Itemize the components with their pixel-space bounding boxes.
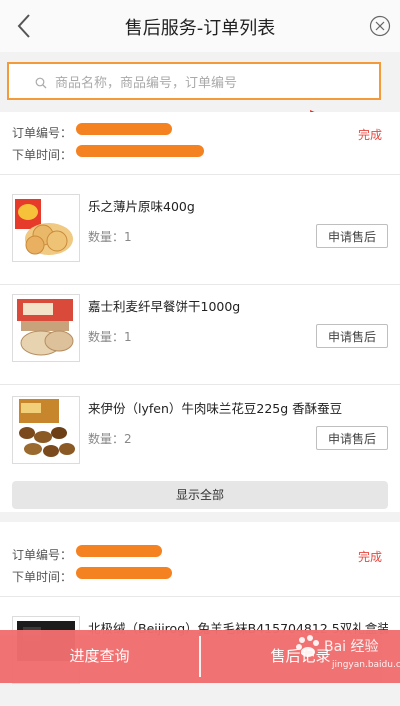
order-number-label: 订单编号： — [12, 548, 73, 562]
apply-aftersale-button[interactable]: 申请售后 — [316, 224, 388, 248]
product-quantity: 数量：2 — [88, 432, 132, 446]
product-quantity: 数量：1 — [88, 330, 132, 344]
redacted-order-time — [76, 565, 186, 583]
apply-aftersale-button[interactable]: 申请售后 — [316, 324, 388, 348]
product-name[interactable]: 乐之薄片原味400g — [88, 196, 388, 215]
order-time-row: 下单时间： — [12, 567, 172, 585]
close-icon[interactable] — [369, 15, 391, 37]
page-title: 售后服务-订单列表 — [124, 18, 276, 39]
search-area — [0, 52, 400, 112]
header-bar: 售后服务-订单列表 — [0, 0, 400, 53]
watermark-text: Bai 经验 — [324, 639, 379, 655]
redacted-order-number — [76, 121, 186, 139]
product-name[interactable]: 来伊份（lyfen）牛肉味兰花豆225g 香酥蚕豆 — [88, 398, 388, 417]
list-item: 乐之薄片原味400g 数量：1 申请售后 — [0, 184, 400, 284]
order-status: 完成 — [357, 550, 382, 564]
show-all-button[interactable]: 显示全部 — [12, 481, 388, 509]
product-name[interactable]: 嘉士利麦纤早餐饼干1000g — [88, 296, 388, 315]
list-item: 来伊份（lyfen）牛肉味兰花豆225g 香酥蚕豆 数量：2 申请售后 — [0, 386, 400, 486]
order-header: 订单编号： 下单时间： 完成 — [12, 122, 388, 166]
progress-query-button[interactable]: 进度查询 — [0, 630, 199, 683]
order-number-label: 订单编号： — [12, 126, 73, 140]
product-image[interactable] — [12, 194, 80, 262]
order-time-label: 下单时间： — [12, 570, 73, 584]
order-header: 订单编号： 下单时间： 完成 — [12, 532, 388, 584]
watermark-url: jingyan.baidu.com — [332, 660, 400, 670]
product-image[interactable] — [12, 294, 80, 362]
search-box[interactable] — [7, 62, 381, 100]
order-number-row: 订单编号： — [12, 545, 162, 563]
product-image[interactable] — [12, 396, 80, 464]
order-status: 完成 — [357, 128, 382, 142]
order-time-row: 下单时间： — [12, 145, 204, 163]
baidu-paw-icon — [296, 635, 319, 657]
product-quantity: 数量：1 — [88, 230, 132, 244]
redacted-order-number — [76, 543, 186, 561]
search-icon — [35, 77, 47, 89]
order-number-row: 订单编号： — [12, 123, 172, 141]
redacted-order-time — [76, 143, 204, 161]
order-time-label: 下单时间： — [12, 148, 73, 162]
list-item: 嘉士利麦纤早餐饼干1000g 数量：1 申请售后 — [0, 284, 400, 384]
baidu-watermark: Bai 经验 jingyan.baidu.com — [292, 628, 400, 680]
search-input[interactable] — [53, 70, 367, 96]
order-card: 订单编号： 下单时间： 完成 乐之薄片原味400g 数量：1 申请售后 嘉士利麦… — [0, 112, 400, 512]
apply-aftersale-button[interactable]: 申请售后 — [316, 426, 388, 450]
